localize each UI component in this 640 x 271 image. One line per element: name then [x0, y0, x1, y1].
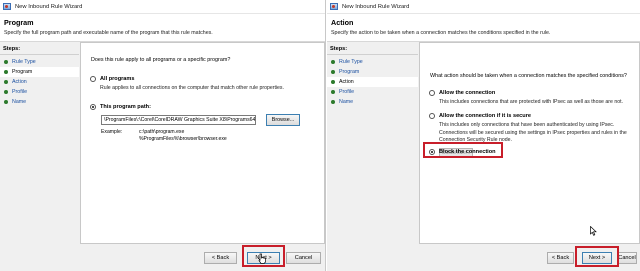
allow-label: Allow the connection [439, 90, 496, 96]
step-dot-icon [4, 90, 8, 94]
step-label: Rule Type [12, 59, 36, 65]
step-profile[interactable]: Profile [0, 87, 79, 97]
title-bar: New Inbound Rule Wizard [327, 0, 640, 14]
back-button[interactable]: < Back [204, 252, 237, 264]
steps-label: Steps: [0, 42, 79, 55]
action-content-panel: What action should be taken when a conne… [419, 42, 640, 244]
steps-panel: Steps: Rule Type Program Action Profile … [0, 42, 79, 271]
step-dot-icon [331, 70, 335, 74]
step-dot-icon [4, 60, 8, 64]
path-example: Example: c:\path\program.exe %ProgramFil… [101, 129, 227, 143]
page-title: Program [4, 18, 34, 27]
this-program-option[interactable]: This program path: [90, 104, 318, 110]
allow-secure-description: This includes only connections that have… [439, 122, 627, 144]
browse-button[interactable]: Browse... [266, 114, 300, 126]
step-action[interactable]: Action [0, 77, 79, 87]
back-button[interactable]: < Back [547, 252, 574, 264]
step-action[interactable]: Action [327, 77, 418, 87]
step-dot-icon [4, 80, 8, 84]
page-title: Action [331, 18, 354, 27]
block-option[interactable]: Block the connection [429, 149, 633, 155]
title-bar: New Inbound Rule Wizard [0, 0, 325, 14]
action-question: What action should be taken when a conne… [430, 73, 627, 79]
step-dot-icon [331, 90, 335, 94]
example-label: Example: [101, 129, 123, 135]
program-content-panel: Does this rule apply to all programs or … [80, 42, 325, 244]
allow-secure-radio[interactable] [429, 113, 435, 119]
step-dot-icon [4, 70, 8, 74]
step-dot-icon [331, 80, 335, 84]
this-program-label: This program path: [100, 104, 151, 110]
step-label: Program [12, 69, 33, 75]
wizard-footer: < Back Next > Cancel [327, 244, 640, 271]
program-path-input[interactable]: \ProgramFiles\:\Corel\CorelDRAW Graphics… [101, 115, 256, 125]
wizard-header: Action Specify the action to be taken wh… [327, 14, 640, 42]
step-program[interactable]: Program [327, 67, 418, 77]
page-subtitle: Specify the full program path and execut… [4, 30, 213, 36]
step-label: Action [12, 79, 27, 85]
allow-description: This includes connections that are prote… [439, 99, 623, 105]
all-programs-option[interactable]: All programs Rule applies to all connect… [90, 76, 318, 93]
wizard-footer: < Back Next > Cancel [0, 244, 325, 271]
steps-panel: Steps: Rule Type Program Action Profile … [327, 42, 418, 271]
step-label: Name [12, 99, 27, 105]
step-label: Name [339, 99, 354, 105]
block-radio[interactable] [429, 149, 435, 155]
cancel-button[interactable]: Cancel [286, 252, 321, 264]
firewall-app-icon [330, 3, 338, 10]
step-dot-icon [4, 100, 8, 104]
step-rule-type[interactable]: Rule Type [327, 57, 418, 67]
step-dot-icon [331, 100, 335, 104]
allow-option[interactable]: Allow the connection This includes conne… [429, 90, 633, 107]
step-program[interactable]: Program [0, 67, 79, 77]
program-wizard-window: New Inbound Rule Wizard Program Specify … [0, 0, 326, 271]
page-subtitle: Specify the action to be taken when a co… [331, 30, 551, 36]
step-rule-type[interactable]: Rule Type [0, 57, 79, 67]
all-programs-description: Rule applies to all connections on the c… [100, 85, 284, 91]
step-label: Program [339, 69, 360, 75]
step-label: Rule Type [339, 59, 363, 65]
all-programs-radio[interactable] [90, 76, 96, 82]
step-dot-icon [331, 60, 335, 64]
firewall-app-icon [3, 3, 11, 10]
step-label: Profile [12, 89, 28, 95]
window-title: New Inbound Rule Wizard [342, 3, 410, 10]
step-profile[interactable]: Profile [327, 87, 418, 97]
block-label: Block the connection [439, 149, 496, 155]
all-programs-label: All programs [100, 76, 135, 82]
step-name[interactable]: Name [327, 97, 418, 107]
allow-radio[interactable] [429, 90, 435, 96]
this-program-radio[interactable] [90, 104, 96, 110]
next-button[interactable]: Next > [582, 252, 612, 264]
step-name[interactable]: Name [0, 97, 79, 107]
steps-label: Steps: [327, 42, 418, 55]
example-line-2: %ProgramFiles%\browser\browser.exe [139, 136, 227, 143]
allow-secure-label: Allow the connection if it is secure [439, 113, 532, 119]
step-label: Profile [339, 89, 355, 95]
window-title: New Inbound Rule Wizard [15, 3, 83, 10]
program-question: Does this rule apply to all programs or … [91, 57, 231, 63]
step-label: Action [339, 79, 354, 85]
action-wizard-window: New Inbound Rule Wizard Action Specify t… [327, 0, 640, 271]
example-line-1: c:\path\program.exe [139, 129, 185, 135]
cancel-button[interactable]: Cancel [617, 252, 637, 264]
wizard-header: Program Specify the full program path an… [0, 14, 325, 42]
